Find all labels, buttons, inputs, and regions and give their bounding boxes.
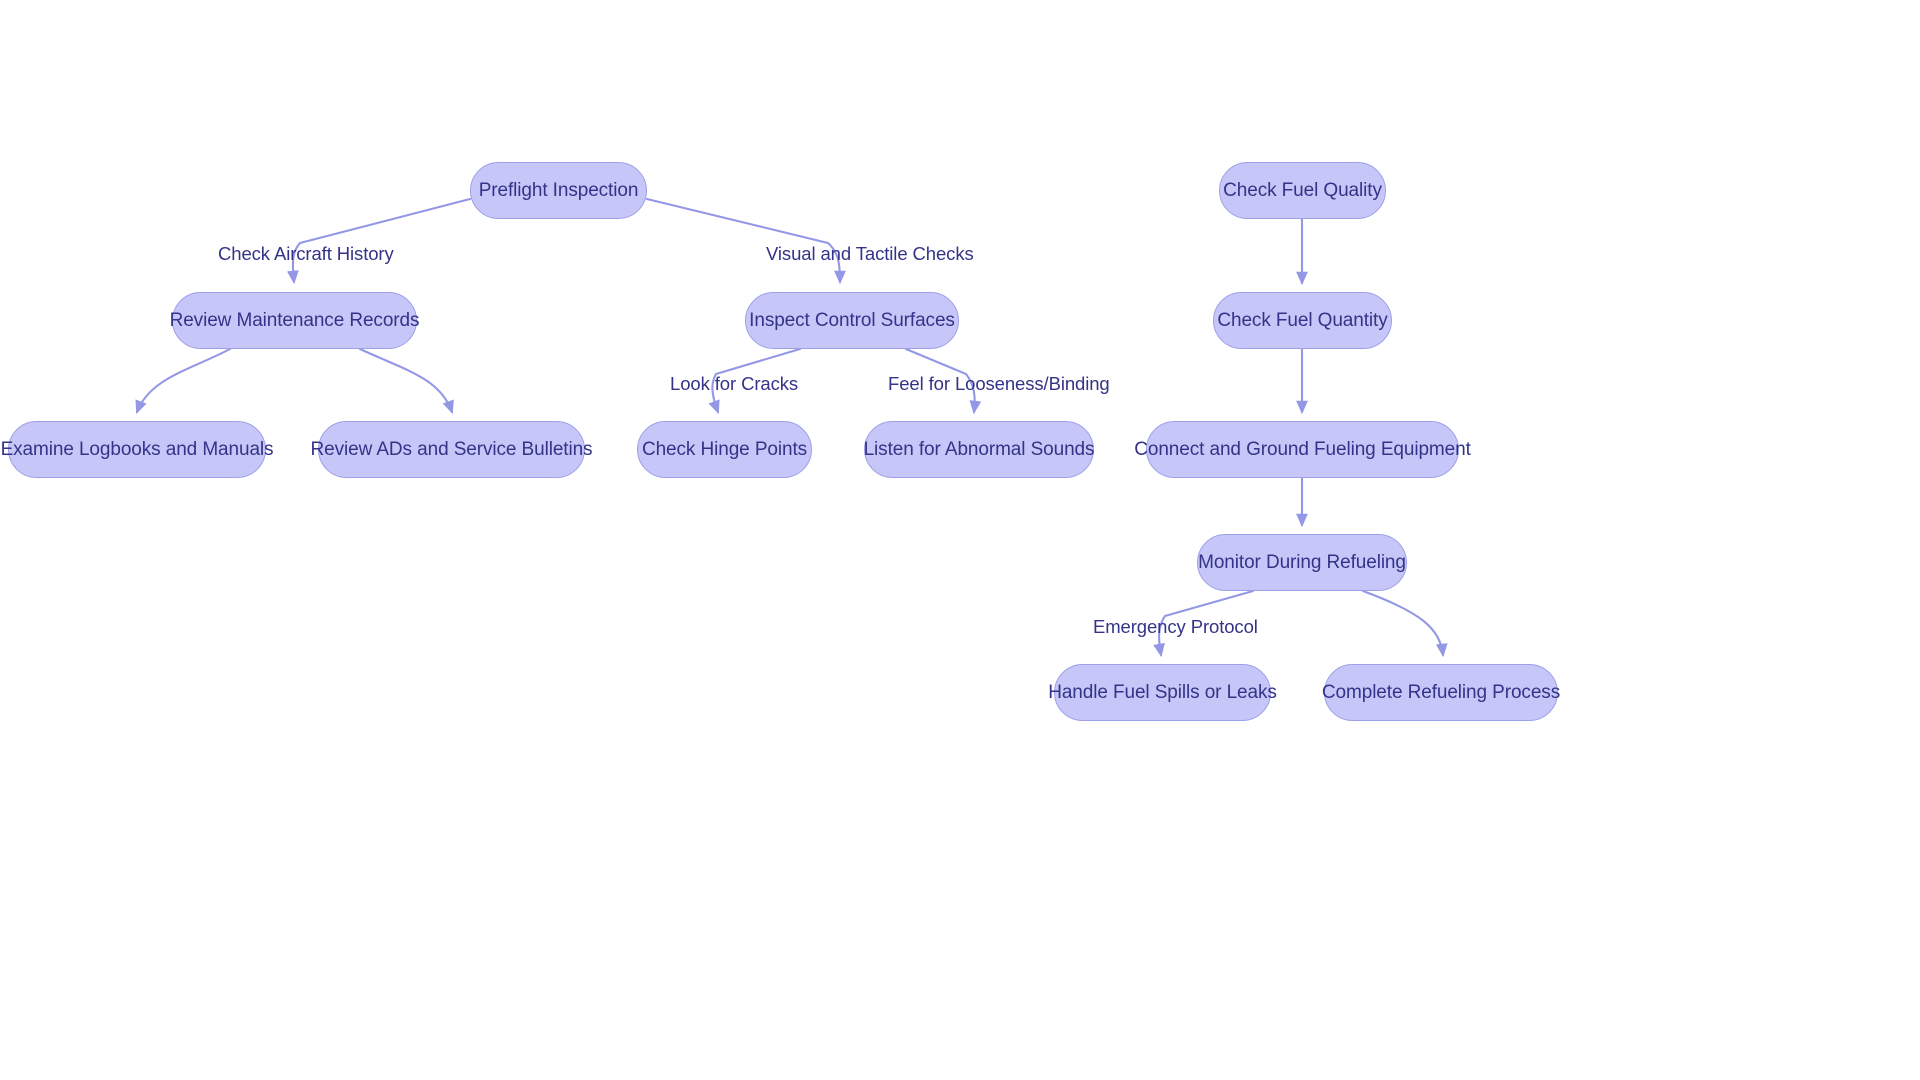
edge-connector	[135, 347, 232, 415]
edge-label-l4: Feel for Looseness/Binding	[888, 373, 1110, 394]
edge-connector	[645, 197, 846, 285]
node-logbooks[interactable]: Examine Logbooks and Manuals	[1, 421, 274, 478]
node-fuel_quality[interactable]: Check Fuel Quality	[1219, 162, 1386, 219]
edge-label-l3: Look for Cracks	[670, 373, 799, 394]
node-complete[interactable]: Complete Refueling Process	[1322, 664, 1560, 721]
node-preflight[interactable]: Preflight Inspection	[470, 162, 647, 219]
edge-layer	[135, 197, 1448, 658]
edge-connector	[286, 197, 472, 285]
node-spills[interactable]: Handle Fuel Spills or Leaks	[1048, 664, 1277, 721]
edge-connector	[358, 347, 454, 415]
node-maintenance[interactable]: Review Maintenance Records	[170, 292, 420, 349]
node-sounds[interactable]: Listen for Abnormal Sounds	[864, 421, 1095, 478]
node-hinge[interactable]: Check Hinge Points	[637, 421, 812, 478]
node-monitor[interactable]: Monitor During Refueling	[1197, 534, 1407, 591]
node-fuel_quantity[interactable]: Check Fuel Quantity	[1213, 292, 1392, 349]
node-control[interactable]: Inspect Control Surfaces	[745, 292, 959, 349]
edge-label-l2: Visual and Tactile Checks	[766, 243, 974, 264]
edge-label-l1: Check Aircraft History	[218, 243, 394, 264]
edge-label-l5: Emergency Protocol	[1093, 616, 1258, 637]
node-ads[interactable]: Review ADs and Service Bulletins	[311, 421, 593, 478]
flowchart-canvas: Preflight Inspection Review Maintenance R…	[0, 0, 1920, 1080]
edge-connector	[1361, 589, 1448, 658]
node-connect_ground[interactable]: Connect and Ground Fueling Equipment	[1134, 421, 1471, 478]
